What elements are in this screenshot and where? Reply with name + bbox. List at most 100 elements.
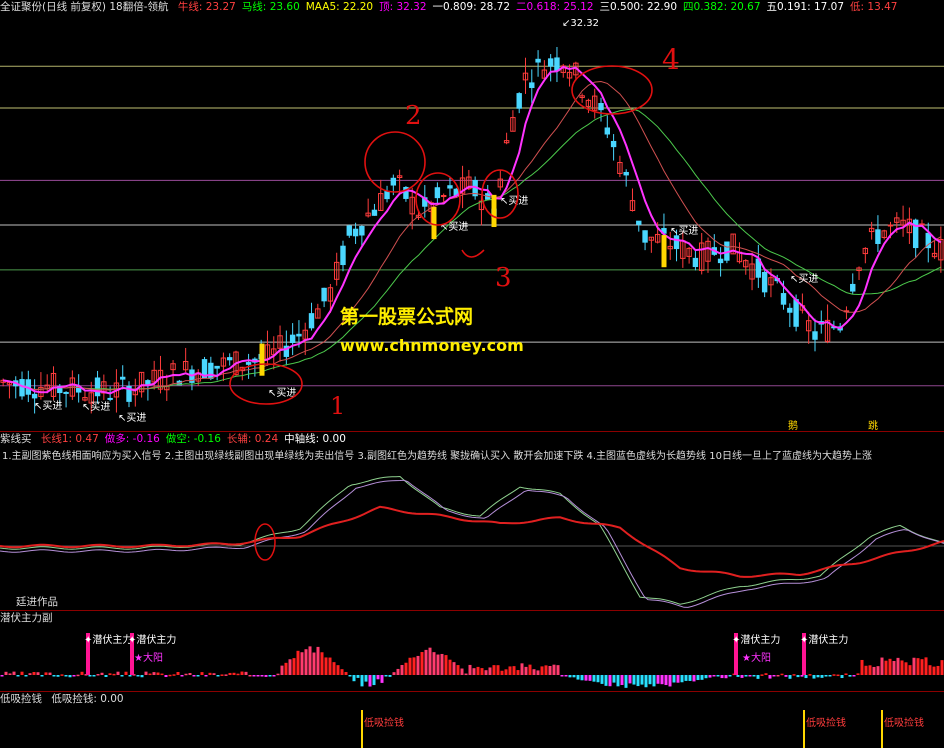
signal-label: 低吸捡钱	[364, 716, 404, 729]
indicator2-bar	[452, 662, 456, 675]
indicator2-bar	[884, 660, 888, 675]
indicator2-bar	[632, 675, 636, 685]
signal-label: ✦潜伏主力	[800, 633, 848, 646]
indicator1-item: 长辅: 0.24	[226, 433, 279, 445]
signal-bar	[881, 710, 883, 748]
indicator2-bar	[856, 673, 860, 675]
indicator2-bar	[52, 675, 56, 677]
indicator2-bar	[232, 672, 236, 675]
indicator2-bar	[664, 675, 668, 686]
indicator2-bar	[464, 673, 468, 676]
buy-candle	[259, 343, 265, 376]
indicator2-bar	[920, 659, 924, 675]
indicator2-bar	[840, 675, 844, 679]
indicator2-bar	[688, 675, 692, 681]
indicator2-bar	[804, 675, 808, 679]
indicator2-bar	[72, 675, 76, 677]
indicator2-bar	[344, 671, 348, 675]
buy-label: ↖买进	[34, 400, 62, 412]
indicator2-bar	[928, 665, 932, 675]
indicator3-name: 低吸捡钱	[0, 693, 42, 705]
indicator1-header: 紫线买 长线1: 0.47 做多: -0.16 做空: -0.16 长辅: 0.24 中…	[0, 432, 358, 446]
indicator2-bar	[0, 675, 4, 677]
indicator2-bar	[844, 673, 848, 675]
indicator2-bar	[176, 671, 180, 675]
indicator2-bar	[752, 675, 756, 677]
indicator2-bar	[336, 665, 340, 675]
indicator2-bar	[676, 675, 680, 683]
indicator2-bar	[460, 668, 464, 675]
annotation-number: 3	[495, 263, 512, 293]
indicator2-bar	[196, 675, 200, 677]
indicator2-bar	[20, 671, 24, 675]
candle-body	[440, 195, 447, 198]
indicator2-bar	[624, 675, 628, 688]
candle-body	[761, 271, 768, 293]
candle-body	[717, 258, 724, 264]
indicator2-bar	[292, 658, 296, 675]
indicator2-bar	[604, 675, 608, 686]
candlestick-svg[interactable]: ↖买进 ↖买进↖买进↖买进↖买进↖买进↖买进↖买进↙32.321234鹅跳	[0, 14, 944, 432]
indicator2-bar	[152, 672, 156, 675]
indicator3-chart[interactable]: 低吸捡钱 低吸捡钱 低吸捡钱	[0, 706, 944, 748]
indicator2-bar	[908, 665, 912, 675]
sun-label: ★大阳	[742, 651, 771, 664]
indicator2-bar	[896, 657, 900, 675]
header-item: 四0.382: 20.67	[683, 1, 761, 13]
indicator2-bar	[260, 675, 264, 677]
indicator2-bar	[428, 647, 432, 675]
candle-body	[623, 171, 629, 176]
indicator2-bar	[308, 646, 312, 675]
indicator2-bar	[328, 657, 332, 675]
main-candlestick-chart[interactable]: ↖买进 ↖买进 ↖买进 ↖买进 ↖买进 ↖买进 ↖买进 ↖买进 ↙32.32 1 2 3 4 鹅跳 第一股…	[0, 14, 944, 432]
indicator2-bar	[704, 675, 708, 679]
indicator2-bar	[224, 674, 228, 676]
indicator2-bar	[24, 675, 28, 677]
indicator2-bar	[512, 666, 516, 675]
indicator2-bar	[740, 675, 744, 678]
indicator2-bar	[548, 666, 552, 675]
indicator2-bar	[612, 675, 616, 683]
candle-body	[610, 140, 617, 148]
indicator2-bar	[904, 662, 908, 675]
candle-body	[352, 228, 359, 237]
indicator2-bar	[700, 675, 704, 680]
candle-body	[535, 58, 541, 63]
indicator2-bar	[828, 675, 832, 677]
indicator2-bar	[572, 675, 576, 678]
candle-body	[245, 362, 252, 365]
indicator2-bar	[168, 674, 172, 677]
indicator2-bar	[652, 675, 656, 687]
indicator2-bar	[820, 675, 824, 678]
indicator2-bar	[416, 655, 420, 675]
indicator2-bar	[816, 675, 820, 678]
indicator2-bar	[420, 652, 424, 675]
indicator2-bar	[776, 674, 780, 677]
indicator2-bar	[368, 675, 372, 687]
indicator2-bar	[728, 675, 732, 677]
indicator2-bar	[812, 675, 816, 679]
indicator2-bar	[8, 673, 12, 675]
indicator2-bar	[540, 666, 544, 675]
indicator2-bar	[64, 675, 68, 677]
indicator2-bar	[312, 652, 316, 675]
indicator2-bar	[504, 669, 508, 675]
indicator2-bar	[412, 657, 416, 675]
indicator2-bar	[272, 675, 276, 677]
indicator1-chart[interactable]: 廷进作品	[0, 466, 944, 610]
indicator2-bar	[144, 671, 148, 675]
indicator2-bar	[68, 675, 72, 678]
indicator2-bar	[940, 660, 944, 675]
header-item: 低: 13.47	[850, 1, 898, 13]
indicator2-bar	[480, 668, 484, 675]
candle-body	[308, 313, 315, 329]
indicator2-bar	[796, 675, 800, 678]
indicator2-bar	[228, 672, 232, 675]
indicator2-bar	[724, 675, 728, 679]
indicator2-bar	[708, 675, 712, 678]
indicator2-bar	[924, 657, 928, 675]
indicator2-chart[interactable]: ✦潜伏主力 ✦潜伏主力 ✦潜伏主力 ✦潜伏主力 ★大阳 ★大阳	[0, 625, 944, 691]
indicator1-item: 长线1: 0.47	[40, 433, 99, 445]
buy-label: ↖买进	[670, 225, 698, 237]
indicator2-bar	[508, 666, 512, 675]
